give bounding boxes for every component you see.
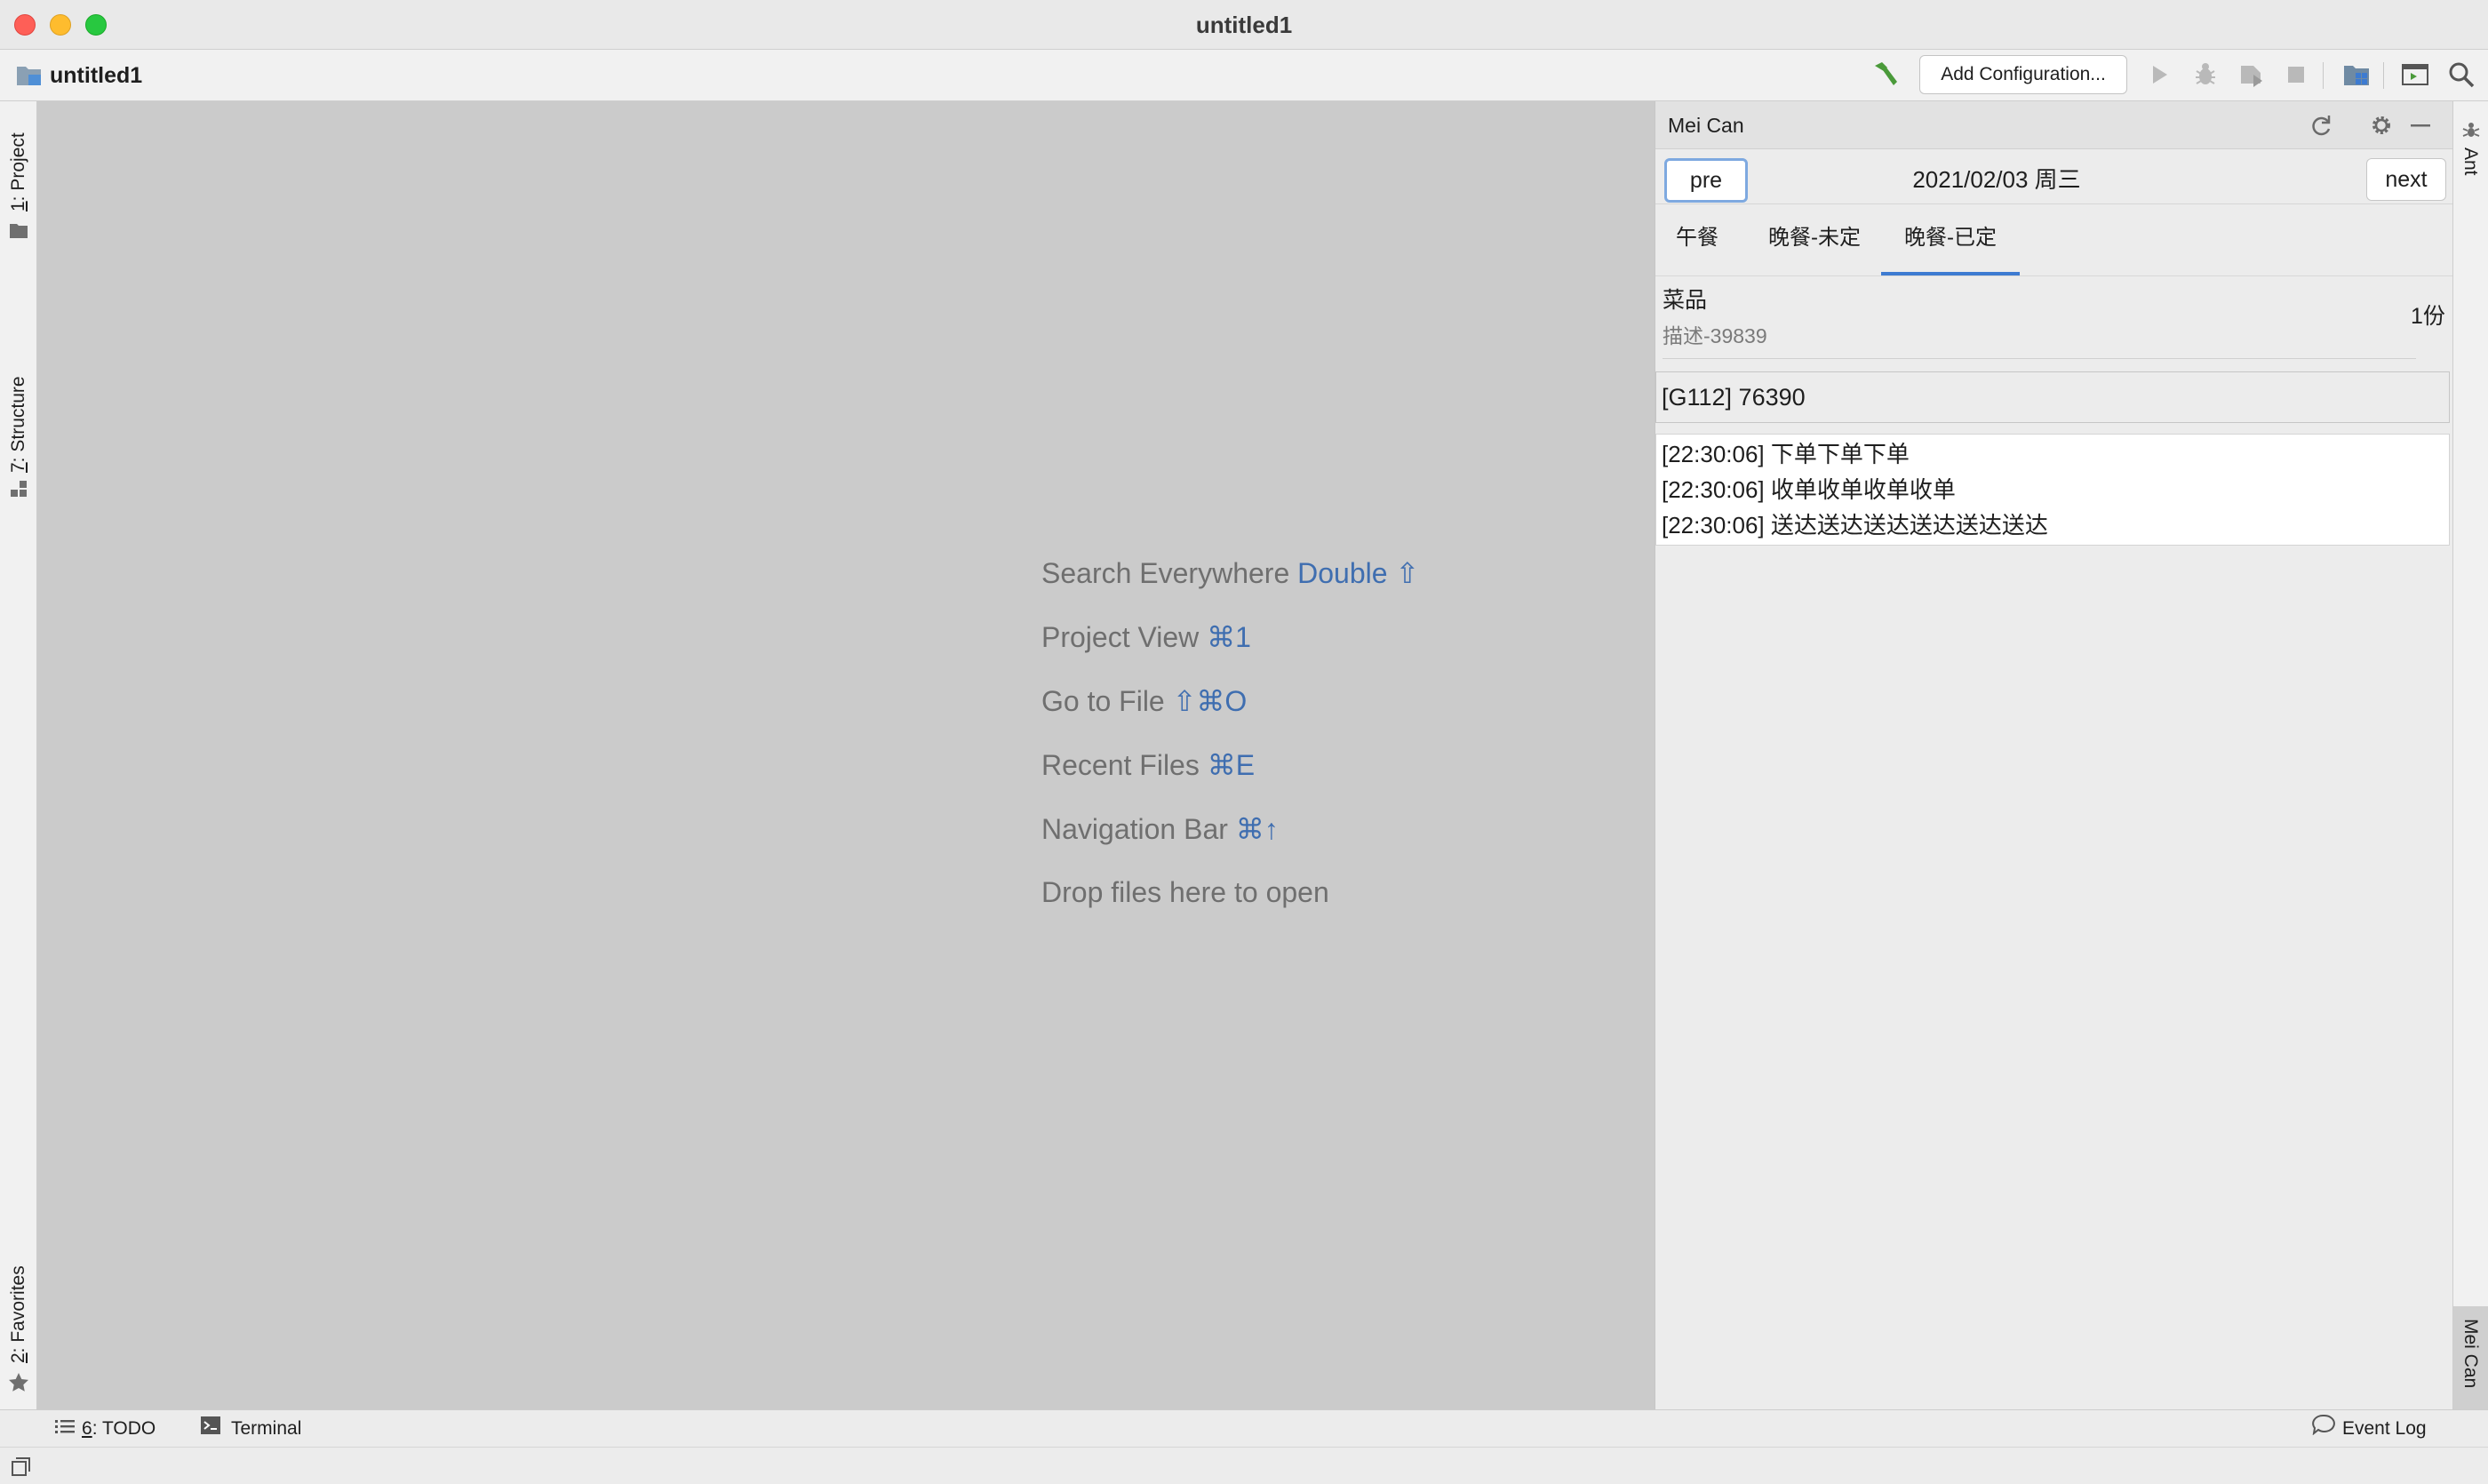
gear-icon[interactable] bbox=[2368, 112, 2395, 139]
log-line: [22:30:06] 下单下单下单 bbox=[1662, 441, 1910, 467]
project-folder-icon bbox=[16, 64, 43, 87]
previous-day-button[interactable]: pre bbox=[1664, 158, 1748, 203]
project-structure-icon[interactable] bbox=[2340, 59, 2372, 91]
current-date: 2021/02/03 周三 bbox=[1912, 166, 2081, 193]
dish-card[interactable]: 菜品 描述-39839 1份 bbox=[1655, 275, 2453, 364]
hint-navigation-bar: Navigation Bar ⌘↑ bbox=[1041, 813, 1279, 845]
order-log[interactable]: [22:30:06] 下单下单下单 [22:30:06] 收单收单收单收单 [2… bbox=[1655, 434, 2450, 546]
speech-bubble-icon bbox=[2312, 1414, 2335, 1445]
meican-tool-tab-label: Mei Can bbox=[2460, 1319, 2481, 1389]
tab-dinner-ordered[interactable]: 晚餐-已定 bbox=[1881, 210, 2020, 275]
todo-tool-button[interactable]: 6: TODO bbox=[55, 1414, 156, 1444]
ant-tool-tab-label: Ant bbox=[2460, 148, 2481, 176]
hint-project-view: Project View ⌘1 bbox=[1041, 621, 1251, 653]
ant-icon bbox=[2461, 121, 2481, 145]
tool-window-header: Mei Can bbox=[1655, 101, 2453, 149]
project-breadcrumb[interactable]: untitled1 bbox=[50, 60, 142, 91]
order-code-field[interactable]: [G112] 76390 bbox=[1655, 371, 2450, 423]
dish-quantity: 1份 bbox=[2411, 304, 2445, 329]
meican-tool-window: Mei Can pre 2021/02/03 周三 next 午餐 晚餐-未定 … bbox=[1655, 101, 2453, 1409]
window-title: untitled1 bbox=[1195, 12, 1293, 38]
project-tool-tab-label: 1: Project bbox=[8, 132, 28, 211]
editor-empty-area[interactable]: Search Everywhere Double ⇧ Project View … bbox=[37, 101, 1655, 1409]
hint-search-everywhere: Search Everywhere Double ⇧ bbox=[1041, 557, 1420, 589]
hint-recent-files: Recent Files ⌘E bbox=[1041, 749, 1256, 781]
log-line: [22:30:06] 收单收单收单收单 bbox=[1662, 476, 1956, 503]
toggle-tool-windows-icon[interactable] bbox=[11, 1456, 32, 1482]
date-navigation: pre 2021/02/03 周三 next bbox=[1655, 149, 2453, 204]
next-day-button[interactable]: next bbox=[2366, 158, 2446, 201]
star-icon bbox=[8, 1372, 29, 1398]
favorites-tool-tab[interactable]: 2: Favorites bbox=[0, 1248, 37, 1399]
tab-dinner-undecided[interactable]: 晚餐-未定 bbox=[1748, 210, 1881, 272]
meican-tool-tab[interactable]: Mei Can bbox=[2453, 1306, 2488, 1409]
search-icon[interactable] bbox=[2445, 59, 2477, 91]
ant-tool-tab[interactable]: Ant bbox=[2453, 108, 2488, 197]
refresh-icon[interactable] bbox=[2308, 112, 2334, 139]
status-bar bbox=[0, 1447, 2488, 1484]
terminal-icon bbox=[201, 1414, 220, 1444]
folder-icon bbox=[9, 222, 28, 244]
tool-window-title: Mei Can bbox=[1668, 114, 1744, 137]
main-toolbar: untitled1 Add Configuration... bbox=[0, 50, 2488, 101]
right-tool-stripe: Ant Mei Can bbox=[2452, 101, 2488, 1409]
tab-lunch[interactable]: 午餐 bbox=[1664, 210, 1730, 272]
presentation-mode-icon[interactable] bbox=[2399, 59, 2431, 91]
dish-description: 描述-39839 bbox=[1663, 324, 1767, 347]
toolbar-separator bbox=[2383, 62, 2384, 89]
structure-tool-tab-label: 7: Structure bbox=[8, 376, 28, 473]
hint-go-to-file: Go to File ⇧⌘O bbox=[1041, 685, 1248, 717]
hint-drop-files: Drop files here to open bbox=[1041, 876, 1329, 908]
dish-name: 菜品 bbox=[1663, 288, 1708, 313]
event-log-button[interactable]: Event Log bbox=[2312, 1414, 2427, 1444]
project-tool-tab[interactable]: 1: Project bbox=[0, 116, 37, 249]
bottom-tool-bar: 6: TODO Terminal Event Log bbox=[0, 1409, 2488, 1447]
dish-divider bbox=[1663, 358, 2416, 359]
order-code: [G112] 76390 bbox=[1662, 384, 1806, 411]
toolbar-separator bbox=[2323, 62, 2324, 89]
minimize-icon[interactable] bbox=[2407, 112, 2434, 139]
terminal-tool-button[interactable]: Terminal bbox=[201, 1414, 301, 1444]
favorites-tool-tab-label: 2: Favorites bbox=[8, 1265, 28, 1363]
structure-tool-tab[interactable]: 7: Structure bbox=[0, 270, 37, 519]
debug-icon[interactable] bbox=[2189, 59, 2221, 91]
stop-icon[interactable] bbox=[2280, 59, 2312, 91]
meal-tabs: 午餐 晚餐-未定 晚餐-已定 bbox=[1655, 210, 2453, 275]
structure-icon bbox=[10, 480, 28, 502]
coverage-icon[interactable] bbox=[2236, 59, 2268, 91]
run-icon[interactable] bbox=[2143, 59, 2175, 91]
hammer-icon[interactable] bbox=[1870, 59, 1900, 89]
title-bar: untitled1 bbox=[0, 0, 2488, 50]
add-configuration-button[interactable]: Add Configuration... bbox=[1919, 55, 2127, 94]
log-line: [22:30:06] 送达送达送达送达送达送达 bbox=[1662, 512, 2048, 539]
left-tool-stripe: 1: Project 7: Structure 2: Favorites bbox=[0, 101, 37, 1409]
list-icon bbox=[55, 1414, 75, 1444]
